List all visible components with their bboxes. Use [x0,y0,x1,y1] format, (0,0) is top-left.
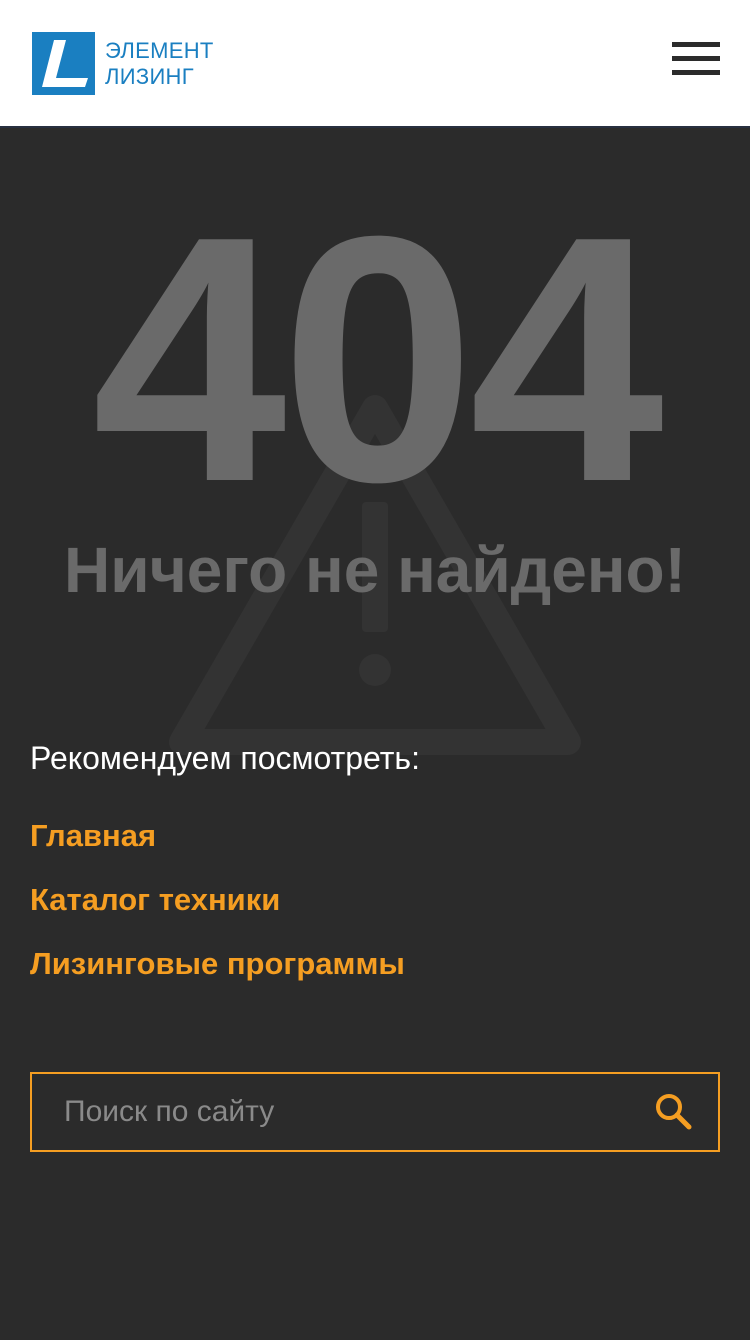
recommend-link-item: Каталог техники [30,880,405,944]
recommend-link-item: Главная [30,816,405,880]
logo-line-1: ЭЛЕМЕНТ [105,37,214,63]
link-home[interactable]: Главная [30,818,156,853]
search-form [30,1072,720,1152]
error-code: 404 [92,164,664,555]
not-found-heading: Ничего не найдено! [64,534,686,606]
search-input[interactable] [32,1074,632,1150]
link-leasing-programs[interactable]: Лизинговые программы [30,946,405,981]
recommend-link-item: Лизинговые программы [30,944,405,1008]
hamburger-icon[interactable] [672,42,720,76]
recommend-title: Рекомендуем посмотреть: [30,740,420,776]
logo-line-2: ЛИЗИНГ [105,63,194,89]
logo-text: ЭЛЕМЕНТ ЛИЗИНГ [105,38,214,90]
logo[interactable]: ЭЛЕМЕНТ ЛИЗИНГ [32,32,214,95]
site-header: ЭЛЕМЕНТ ЛИЗИНГ [0,0,750,128]
error-page: 404 Ничего не найдено! Рекомендуем посмо… [0,130,750,1340]
search-icon[interactable] [654,1092,694,1132]
recommend-links: Главная Каталог техники Лизинговые прогр… [30,816,405,1008]
logo-icon [32,32,95,95]
link-catalog[interactable]: Каталог техники [30,882,280,917]
